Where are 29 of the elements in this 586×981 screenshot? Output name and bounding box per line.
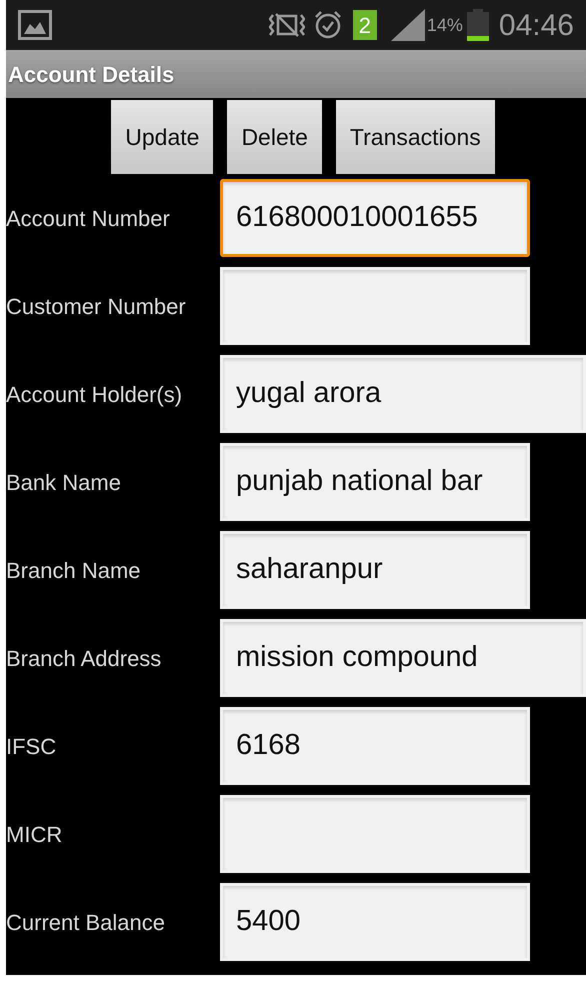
field-label: Branch Address [6, 644, 162, 672]
field-label: Account Holder(s) [6, 380, 184, 408]
battery-icon [466, 9, 489, 41]
field-label: Customer Number [6, 292, 187, 320]
input-field[interactable]: 6168 [220, 707, 530, 785]
action-button[interactable]: Update [111, 100, 214, 174]
action-button[interactable]: Delete [227, 100, 322, 174]
input-field[interactable] [220, 267, 530, 345]
alarm-icon [312, 9, 343, 41]
input-field[interactable]: saharanpur [220, 531, 530, 609]
battery-percent: 14% [426, 14, 463, 36]
field-label: Bank Name [6, 468, 122, 496]
field-label: Branch Name [6, 556, 142, 584]
field-label: IFSC [6, 732, 58, 760]
input-field[interactable] [220, 795, 530, 873]
picture-icon [18, 10, 52, 40]
clock: 04:46 [498, 8, 574, 44]
input-field[interactable]: 616800010001655 [220, 179, 530, 257]
screen-title: Account Details [8, 60, 174, 88]
notification-badge: 2 [352, 10, 377, 40]
field-label: Current Balance [6, 908, 166, 936]
field-label: Account Number [6, 204, 171, 232]
input-field[interactable]: mission compound [220, 619, 586, 697]
action-button[interactable]: Transactions [336, 100, 495, 174]
input-field[interactable]: 5400 [220, 883, 530, 961]
input-field[interactable]: punjab national bar [220, 443, 530, 521]
signal-icon [390, 9, 425, 41]
input-field[interactable]: yugal arora [220, 355, 586, 433]
field-label: MICR [6, 820, 64, 848]
